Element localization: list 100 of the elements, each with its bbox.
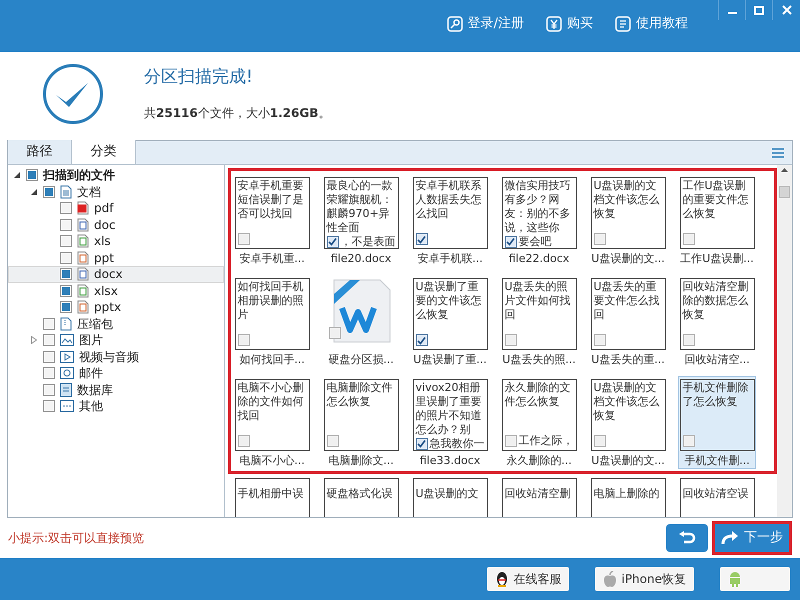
- tab[interactable]: 路径: [8, 140, 72, 164]
- checkbox[interactable]: [682, 435, 694, 447]
- tree-item[interactable]: 图片: [8, 332, 224, 348]
- preview-text: 安卓手机重要短信误删了是否可以找回: [238, 179, 304, 221]
- checkbox[interactable]: [43, 318, 55, 330]
- checkbox[interactable]: [60, 301, 72, 314]
- file-name: 电脑删除文...: [328, 454, 394, 467]
- file-item[interactable]: 硬盘分区损...: [322, 275, 400, 368]
- file-item[interactable]: 安卓手机联系人数据丢失怎么找回 安卓手机联...: [411, 174, 489, 267]
- collapse-arrow-icon[interactable]: [31, 188, 37, 195]
- checkbox[interactable]: [60, 252, 72, 264]
- checkbox[interactable]: [43, 384, 55, 396]
- scan-summary: 共25116个文件，大小1.26GB。: [144, 105, 330, 122]
- checkbox[interactable]: [60, 235, 72, 248]
- tree-item[interactable]: pptx: [8, 299, 224, 316]
- file-icon: [77, 300, 89, 314]
- tree-item[interactable]: docx: [8, 266, 224, 282]
- checkbox[interactable]: [504, 334, 516, 346]
- footer-button[interactable]: iPhone恢复: [595, 567, 694, 591]
- checkbox[interactable]: [416, 438, 428, 450]
- tree-item[interactable]: 数据库: [8, 382, 224, 398]
- checkbox[interactable]: [416, 233, 428, 245]
- toolbar-link[interactable]: 登录/注册: [446, 14, 524, 34]
- tree-item[interactable]: 邮件: [8, 365, 224, 382]
- checkbox[interactable]: [326, 435, 338, 447]
- next-button[interactable]: 下一步: [715, 524, 789, 552]
- file-item[interactable]: 电脑不小心删除的文件如何找回 电脑不小心...: [233, 376, 311, 469]
- file-item[interactable]: 如何找回手机相册误删的照片 如何找回手...: [233, 275, 311, 368]
- file-item[interactable]: 回收站清空删除的数据怎么恢复 回收站清空...: [678, 275, 756, 368]
- tree-item[interactable]: 文档: [8, 184, 224, 200]
- tree-item[interactable]: pdf: [8, 200, 224, 216]
- file-item[interactable]: U盘误删的文档文件该怎么恢复 U盘误删的文...: [589, 376, 667, 469]
- scroll-up-arrow-icon[interactable]: [781, 168, 788, 172]
- tree-label: 邮件: [79, 365, 103, 382]
- preview-text: 永久删除的文件怎么恢复: [504, 381, 572, 409]
- file-item[interactable]: vivox20相册里误删了重要的照片不知道怎么办？别 急我教你一 file33.docx: [411, 376, 489, 469]
- preview-text: U盘丢失的重要文件怎么找回: [594, 280, 660, 322]
- checkbox[interactable]: [682, 233, 694, 245]
- expand-arrow-icon[interactable]: [31, 336, 37, 344]
- file-item[interactable]: U盘误删了重要的文件该怎么恢复 U盘误删了重...: [411, 275, 489, 368]
- tree-item[interactable]: doc: [8, 216, 224, 233]
- checkbox[interactable]: [43, 334, 55, 346]
- checkbox[interactable]: [26, 169, 38, 182]
- file-item[interactable]: U盘丢失的重要文件怎么找回 U盘丢失的重...: [589, 275, 667, 368]
- checkbox[interactable]: [238, 334, 250, 346]
- collapse-arrow-icon[interactable]: [14, 172, 20, 178]
- file-item[interactable]: U盘丢失的照片文件如何找回 U盘丢失的照...: [500, 275, 578, 368]
- checkbox[interactable]: [60, 284, 72, 297]
- file-name: file20.docx: [330, 252, 392, 265]
- file-item[interactable]: 安卓手机重要短信误删了是否可以找回 安卓手机重...: [233, 174, 311, 267]
- tree-item[interactable]: xlsx: [8, 282, 224, 299]
- file-item[interactable]: 微信实用技巧有多少？网友：别的不多说，这些你 要会吧 file22.docx: [500, 174, 578, 267]
- checkbox[interactable]: [43, 367, 55, 380]
- yen-icon: [546, 16, 562, 32]
- checkbox[interactable]: [504, 236, 516, 248]
- checkbox[interactable]: [60, 202, 72, 214]
- checkbox[interactable]: [60, 218, 72, 231]
- checkbox[interactable]: [60, 268, 72, 280]
- file-item[interactable]: 工作U盘误删的重要文件怎么恢复 工作U盘误删...: [678, 174, 756, 267]
- checkbox[interactable]: [43, 350, 55, 363]
- checkbox[interactable]: [238, 435, 250, 447]
- file-item[interactable]: 最良心的一款荣耀旗舰机：麒麟970+异性全面 ，不是表面 file20.docx: [322, 174, 400, 267]
- file-item[interactable]: 手机文件删除了怎么恢复 手机文件删...: [678, 376, 756, 469]
- file-item[interactable]: 电脑删除文件怎么恢复 电脑删除文...: [322, 376, 400, 469]
- checkbox[interactable]: [682, 334, 694, 346]
- menu-icon[interactable]: [772, 148, 784, 158]
- check-icon: [417, 439, 426, 448]
- back-button[interactable]: [666, 524, 708, 552]
- tree-label: 扫描到的文件: [43, 167, 115, 184]
- android-icon: [728, 571, 742, 587]
- checkbox[interactable]: [326, 236, 338, 248]
- tab[interactable]: 分类: [72, 140, 136, 164]
- file-item[interactable]: U盘误删的文档文件该怎么恢复 U盘误删的文...: [589, 174, 667, 267]
- tree-item[interactable]: 扫描到的文件: [8, 167, 224, 184]
- tree-item[interactable]: ppt: [8, 250, 224, 266]
- scrollbar[interactable]: [777, 165, 792, 517]
- checkbox[interactable]: [328, 327, 340, 339]
- checkbox[interactable]: [594, 334, 606, 346]
- preview-text: 如何找回手机相册误删的照片: [238, 280, 304, 322]
- checkbox[interactable]: [594, 233, 606, 245]
- apple-icon: [603, 571, 618, 587]
- checkbox[interactable]: [43, 400, 55, 412]
- file-item[interactable]: 永久删除的文件怎么恢复 工作之际， 永久删除的...: [500, 376, 578, 469]
- checkbox[interactable]: [238, 233, 250, 245]
- tree-item[interactable]: 其他: [8, 398, 224, 414]
- preview-text: 工作U盘误删的重要文件怎么恢复: [682, 179, 750, 221]
- toolbar-link[interactable]: 购买: [546, 14, 593, 34]
- footer-button[interactable]: [720, 567, 790, 591]
- preview-text: vivox20相册里误删了重要的照片不知道怎么办？别: [416, 381, 482, 437]
- scroll-thumb[interactable]: [779, 186, 790, 198]
- tree-item[interactable]: 视频与音频: [8, 348, 224, 365]
- checkbox[interactable]: [594, 435, 606, 447]
- checkbox[interactable]: [43, 186, 55, 198]
- tree-item[interactable]: 压缩包: [8, 316, 224, 332]
- tree-item[interactable]: xls: [8, 233, 224, 250]
- toolbar-link[interactable]: 使用教程: [615, 14, 688, 34]
- footer-button[interactable]: 在线客服: [487, 567, 570, 591]
- preview-text: 手机文件删除了怎么恢复: [682, 381, 750, 409]
- checkbox[interactable]: [416, 334, 428, 346]
- checkbox[interactable]: [504, 434, 516, 446]
